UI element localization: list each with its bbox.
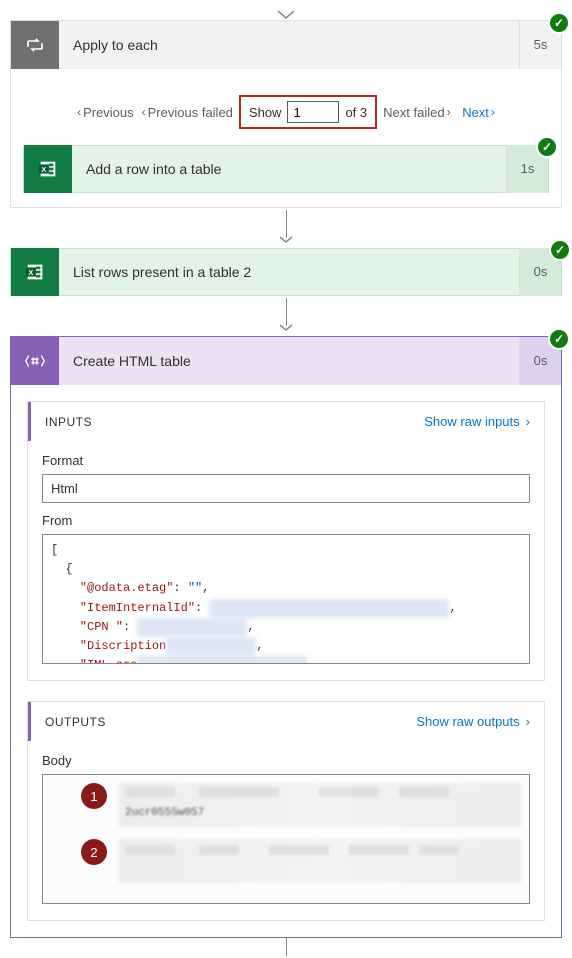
inputs-section: INPUTS Show raw inputs › Format Html Fro… xyxy=(27,401,545,681)
annotation-badge-1: 1 xyxy=(81,783,107,809)
previous-failed-button[interactable]: ‹Previous failed xyxy=(140,105,233,120)
arrow-connector xyxy=(10,296,562,336)
svg-text:X: X xyxy=(41,165,46,174)
table-row: 2 xyxy=(51,839,521,883)
create-html-title: Create HTML table xyxy=(59,353,519,369)
pager: ‹Previous ‹Previous failed Show of 3 Nex… xyxy=(23,79,549,145)
success-badge: ✓ xyxy=(548,12,570,34)
from-label: From xyxy=(42,513,530,528)
chevron-right-icon: › xyxy=(526,414,530,429)
list-rows-title: List rows present in a table 2 xyxy=(59,264,519,280)
page-indicator: Show of 3 xyxy=(239,95,377,129)
format-label: Format xyxy=(42,453,530,468)
next-failed-button[interactable]: Next failed› xyxy=(383,105,452,120)
table-row: 1 2ucr0555w057 xyxy=(51,783,521,827)
previous-button[interactable]: ‹Previous xyxy=(75,105,134,120)
excel-icon: X xyxy=(24,145,72,193)
add-row-card[interactable]: X Add a row into a table 1s ✓ xyxy=(23,145,549,193)
annotation-badge-2: 2 xyxy=(81,839,107,865)
data-operation-icon xyxy=(11,337,59,385)
arrow-connector xyxy=(10,208,562,248)
loop-icon xyxy=(11,21,59,69)
create-html-table-card[interactable]: Create HTML table 0s ✓ INPUTS Show raw i… xyxy=(10,336,562,938)
page-input[interactable] xyxy=(287,101,339,123)
next-button[interactable]: Next› xyxy=(459,105,497,120)
blurred-content: 2ucr0555w057 xyxy=(119,783,521,827)
success-badge: ✓ xyxy=(548,328,570,350)
outputs-heading: OUTPUTS xyxy=(45,715,416,729)
svg-text:X: X xyxy=(28,268,33,277)
success-badge: ✓ xyxy=(549,239,571,261)
format-value: Html xyxy=(42,474,530,503)
inputs-heading: INPUTS xyxy=(45,415,424,429)
from-code-box[interactable]: [ { "@odata.etag": "", "ItemInternalId":… xyxy=(42,534,530,664)
apply-to-each-card[interactable]: Apply to each 5s ✓ ‹Previous ‹Previous f… xyxy=(10,20,562,208)
add-row-title: Add a row into a table xyxy=(72,161,506,177)
success-badge: ✓ xyxy=(536,136,558,158)
outputs-section: OUTPUTS Show raw outputs › Body 1 2u xyxy=(27,701,545,921)
body-label: Body xyxy=(42,753,530,768)
chevron-right-icon: › xyxy=(526,714,530,729)
blurred-content xyxy=(119,839,521,883)
show-raw-inputs-link[interactable]: Show raw inputs › xyxy=(424,414,530,429)
body-output-box[interactable]: 1 2ucr0555w057 2 xyxy=(42,774,530,904)
show-raw-outputs-link[interactable]: Show raw outputs › xyxy=(416,714,530,729)
apply-to-each-title: Apply to each xyxy=(59,37,519,53)
excel-icon: X xyxy=(11,248,59,296)
list-rows-card[interactable]: X List rows present in a table 2 0s ✓ xyxy=(10,248,562,296)
arrow-connector xyxy=(10,938,562,958)
